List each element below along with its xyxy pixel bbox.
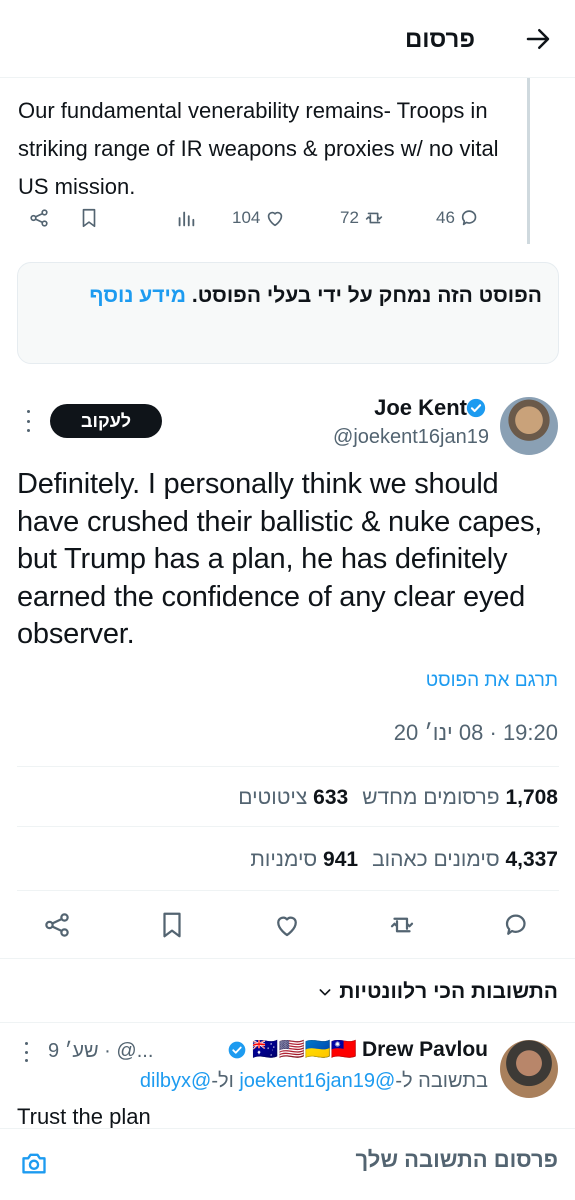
comment-icon[interactable] [502, 910, 532, 940]
share-icon [30, 209, 48, 227]
verified-badge-icon [466, 398, 486, 418]
bookmarks-label: סימניות [250, 848, 318, 871]
replying-to-prefix: בתשובה ל- [395, 1070, 488, 1092]
reply-text: Trust the plan [17, 1104, 151, 1129]
reply-meta: 9 שע׳ · @... [48, 1040, 154, 1062]
reply-author[interactable]: Drew Pavlou 🇦🇺🇺🇸🇺🇦🇹🇼 [227, 1038, 488, 1062]
bookmark-icon [82, 208, 96, 228]
share-icon[interactable] [42, 910, 72, 940]
reposts-count: 1,708 [505, 786, 558, 809]
chevron-down-icon [319, 989, 331, 996]
reply-button[interactable]: 46 [436, 204, 481, 232]
analytics-icon [178, 211, 195, 227]
heart-icon[interactable] [272, 910, 302, 940]
reply-sort-label: התשובות הכי רלוונטיות [339, 980, 558, 1003]
avatar[interactable] [500, 397, 558, 455]
reposts-stat[interactable]: 1,708 פרסומים מחדש [362, 786, 558, 810]
bookmarks-stat[interactable]: 941 סימניות [250, 848, 358, 872]
camera-icon[interactable] [20, 1149, 48, 1177]
repost-count: 72 [340, 208, 359, 227]
likes-label: סימונים כאהוב [372, 848, 500, 871]
bookmarks-count: 941 [323, 848, 359, 871]
divider [0, 1022, 575, 1023]
likes-stat[interactable]: 4,337 סימונים כאהוב [372, 848, 558, 872]
reply-input[interactable]: פרסום התשובה שלך [356, 1147, 558, 1173]
divider [0, 958, 575, 959]
deleted-notice-text: הפוסט הזה נמחק על ידי בעלי הפוסט. [191, 284, 542, 307]
stats-row-reposts: 1,708 פרסומים מחדש 633 ציטוטים [238, 786, 558, 810]
reply-author-name: Drew Pavlou [361, 1038, 488, 1061]
repost-icon [365, 212, 383, 224]
divider [17, 826, 559, 827]
thread-line [527, 78, 530, 244]
deleted-post-notice: הפוסט הזה נמחק על ידי בעלי הפוסט. מידע נ… [17, 262, 559, 364]
likes-count: 4,337 [505, 848, 558, 871]
reply-avatar[interactable] [500, 1040, 558, 1098]
more-options-icon[interactable] [24, 410, 32, 432]
reposts-label: פרסומים מחדש [362, 786, 500, 809]
like-count: 104 [232, 208, 261, 227]
replying-to: בתשובה ל-@joekent16jan19 ול-@dilbyx [140, 1070, 488, 1093]
top-bar: פרסום [0, 0, 575, 78]
page-title: פרסום [404, 26, 475, 53]
mention-link[interactable]: @joekent16jan19 [239, 1070, 395, 1092]
bookmark-icon[interactable] [157, 910, 187, 940]
bookmark-button[interactable] [78, 204, 100, 232]
views-button[interactable] [175, 204, 197, 232]
translate-link[interactable]: תרגם את הפוסט [426, 670, 558, 692]
author-name[interactable]: Joe Kent [374, 395, 467, 421]
like-button[interactable]: 104 [232, 204, 286, 232]
post-text: Definitely. I personally think we should… [17, 468, 543, 650]
share-button[interactable] [28, 204, 50, 232]
reply-sort-dropdown[interactable]: התשובות הכי רלוונטיות [317, 980, 558, 1004]
repost-button[interactable]: 72 [340, 204, 385, 232]
mention-link[interactable]: @dilbyx [140, 1070, 211, 1092]
comment-icon [461, 210, 477, 226]
divider [17, 766, 559, 767]
verified-badge-icon [229, 1041, 246, 1059]
compose-bar: פרסום התשובה שלך [0, 1128, 575, 1200]
reply-count: 46 [436, 208, 455, 227]
learn-more-link[interactable]: מידע נוסף [89, 284, 186, 307]
quotes-count: 633 [313, 786, 349, 809]
quotes-stat[interactable]: 633 ציטוטים [238, 786, 348, 810]
author-handle[interactable]: @joekent16jan19 [333, 426, 489, 449]
more-options-icon[interactable] [22, 1042, 30, 1062]
reply-author-flags: 🇦🇺🇺🇸🇺🇦🇹🇼 [252, 1038, 357, 1061]
quotes-label: ציטוטים [238, 786, 308, 809]
quoted-post-text: Our fundamental venerability remains- Tr… [18, 98, 499, 199]
stats-row-likes: 4,337 סימונים כאהוב 941 סימניות [250, 848, 558, 872]
divider [17, 890, 559, 891]
arrow-right-icon[interactable] [523, 24, 553, 54]
repost-icon[interactable] [387, 910, 417, 940]
post-timestamp[interactable]: 19:20 · 08 ינו׳ 20 [394, 720, 558, 746]
heart-icon [268, 211, 283, 227]
follow-button[interactable]: לעקוב [50, 404, 162, 438]
mention-join: ול- [211, 1070, 240, 1092]
